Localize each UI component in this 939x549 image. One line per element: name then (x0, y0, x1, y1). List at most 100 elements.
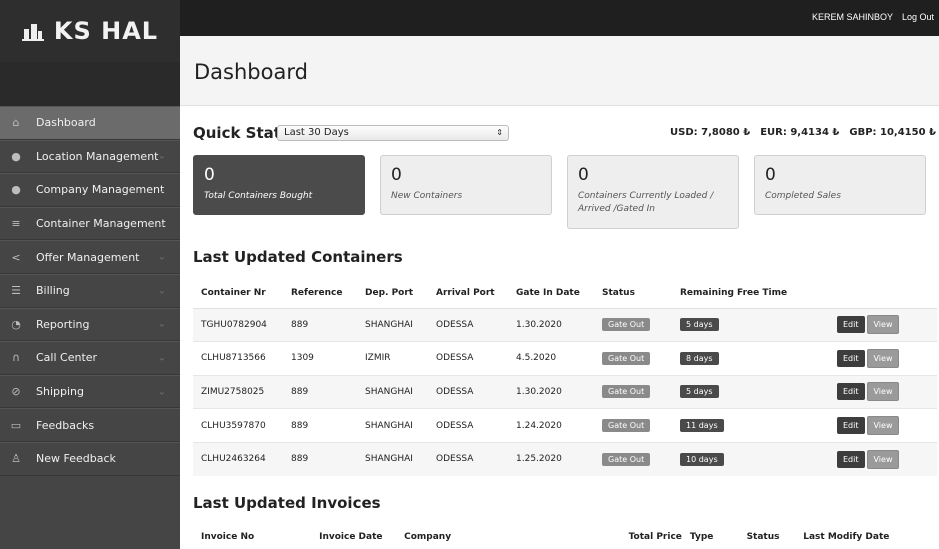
logout-link[interactable]: Log Out (902, 12, 934, 22)
table-row: CLHU2463264 889 SHANGHAI ODESSA 1.25.2020 Gat… (193, 441, 937, 476)
period-select-value: Last 30 Days (284, 127, 349, 138)
logo[interactable]: KS HAL (0, 0, 180, 62)
stat-card-new-containers[interactable]: 0 New Containers (380, 155, 552, 215)
row-actions: Edit View (802, 441, 937, 476)
select-arrows-icon: ⇕ (496, 128, 503, 137)
sidebar-item-shipping[interactable]: ⊘ Shipping ⌄ (0, 374, 180, 409)
sidebar-item-offer-management[interactable]: < Offer Management ⌄ (0, 240, 180, 274)
column-header: Gate In Date (508, 278, 594, 309)
column-header: Type (681, 522, 739, 549)
sidebar-item-dashboard[interactable]: ⌂ Dashboard (0, 106, 180, 140)
table-cell: ODESSA (428, 408, 508, 443)
table-cell: Gate Out (594, 307, 672, 342)
row-actions: Edit View (802, 341, 937, 376)
view-button[interactable]: View (866, 449, 900, 469)
stat-value: 0 (765, 165, 776, 185)
table-row: TGHU0782904 889 SHANGHAI ODESSA 1.30.2020 Gat… (193, 307, 937, 342)
chevron-down-icon: ⌄ (157, 251, 166, 263)
containers-table: Container Nr Reference Dep. Port Arrival Po… (193, 278, 937, 476)
chevron-down-icon: ⌄ (157, 150, 166, 162)
table-cell: 1309 (283, 341, 357, 376)
sidebar-item-new-feedback[interactable]: ♙ New Feedback (0, 441, 180, 476)
edit-button[interactable]: Edit (837, 383, 865, 401)
table-row: CLHU8713566 1309 IZMIR ODESSA 4.5.2020 Gate O… (193, 341, 937, 376)
gbp-rate: GBP: 10,4150 ₺ (849, 127, 936, 138)
column-header: Container Nr (193, 278, 283, 309)
column-header: Invoice No (193, 522, 312, 549)
building-icon (21, 21, 44, 41)
table-cell: CLHU3597870 (193, 408, 283, 443)
edit-button[interactable]: Edit (837, 349, 865, 367)
sidebar-item-label: New Feedback (36, 452, 116, 466)
logo-text: KS HAL (53, 17, 159, 45)
table-row: ZIMU2758025 889 SHANGHAI ODESSA 1.30.2020 Gat… (193, 374, 937, 409)
sidebar-item-company-management[interactable]: ● Company Management ⌄ (0, 173, 180, 207)
table-cell: 889 (283, 441, 357, 476)
table-cell: 1.30.2020 (508, 374, 594, 409)
column-header: Dep. Port (357, 278, 428, 309)
table-cell: 4.5.2020 (508, 341, 594, 376)
table-cell: SHANGHAI (357, 374, 428, 409)
sidebar-item-label: Shipping (36, 385, 84, 399)
edit-button[interactable]: Edit (837, 417, 865, 435)
invoices-section-title: Last Updated Invoices (193, 494, 381, 512)
sidebar-item-feedbacks[interactable]: ▭ Feedbacks (0, 408, 180, 442)
table-cell: SHANGHAI (357, 408, 428, 443)
sidebar-item-label: Dashboard (36, 116, 96, 130)
comment-icon: ▭ (10, 418, 22, 432)
sidebar-item-call-center[interactable]: ∩ Call Center ⌄ (0, 341, 180, 375)
view-button[interactable]: View (866, 416, 900, 436)
free-time-badge: 5 days (680, 318, 719, 332)
row-actions: Edit View (802, 307, 937, 342)
headset-icon: ∩ (11, 351, 21, 365)
chevron-down-icon: ⌄ (157, 218, 166, 230)
edit-button[interactable]: Edit (837, 316, 865, 334)
sidebar-item-reporting[interactable]: ◔ Reporting ⌄ (0, 307, 180, 342)
view-button[interactable]: View (866, 348, 900, 368)
stat-card-loaded[interactable]: 0 Containers Currently Loaded / Arrived … (567, 155, 739, 229)
free-time-badge: 11 days (680, 419, 724, 433)
sidebar-item-location-management[interactable]: ● Location Management ⌄ (0, 139, 180, 174)
table-cell: 889 (283, 408, 357, 443)
chevron-down-icon: ⌄ (157, 285, 166, 297)
free-time-badge: 10 days (680, 452, 724, 466)
table-header-row: Container Nr Reference Dep. Port Arrival Po… (193, 278, 937, 309)
sidebar-item-label: Billing (36, 284, 70, 298)
quick-stats-title: Quick Stats (193, 124, 290, 142)
column-header: Arrival Port (428, 278, 508, 309)
view-button[interactable]: View (866, 315, 900, 335)
page-header: Dashboard (180, 36, 939, 106)
chevron-down-icon: ⌄ (157, 352, 166, 364)
table-cell: 1.25.2020 (508, 441, 594, 476)
period-select[interactable]: Last 30 Days ⇕ (277, 125, 509, 141)
sidebar-item-billing[interactable]: ☰ Billing ⌄ (0, 273, 180, 308)
table-cell: Gate Out (594, 341, 672, 376)
column-header: Status (594, 278, 672, 309)
view-button[interactable]: View (866, 382, 900, 402)
table-header-row: Invoice No Invoice Date Company Total Price… (193, 522, 937, 549)
status-badge: Gate Out (602, 452, 651, 466)
column-header: Reference (283, 278, 357, 309)
edit-button[interactable]: Edit (837, 450, 865, 468)
sidebar-item-label: Reporting (36, 317, 90, 331)
table-cell: IZMIR (357, 341, 428, 376)
stat-label: Total Containers Bought (204, 191, 313, 201)
user-name-link[interactable]: KEREM SAHINBOY (812, 12, 893, 22)
column-header: Last Modify Date (795, 522, 937, 549)
table-cell: SHANGHAI (357, 441, 428, 476)
stat-card-total-bought[interactable]: 0 Total Containers Bought (193, 155, 365, 215)
table-cell: 5 days (672, 307, 802, 342)
invoices-table: Invoice No Invoice Date Company Total Price… (193, 522, 937, 549)
stat-card-completed-sales[interactable]: 0 Completed Sales (754, 155, 926, 215)
table-cell: 889 (283, 374, 357, 409)
sidebar-item-label: Location Management (36, 149, 159, 163)
table-cell: 10 days (672, 441, 802, 476)
table-cell: ODESSA (428, 307, 508, 342)
chart-icon: ◔ (11, 317, 21, 331)
sidebar-item-label: Company Management (36, 183, 165, 197)
sidebar-item-container-management[interactable]: ≡ Container Management ⌄ (0, 206, 180, 241)
table-row: CLHU3597870 889 SHANGHAI ODESSA 1.24.2020 Gat… (193, 408, 937, 443)
containers-section-title: Last Updated Containers (193, 248, 403, 266)
table-cell: 8 days (672, 341, 802, 376)
home-icon: ⌂ (12, 116, 20, 130)
